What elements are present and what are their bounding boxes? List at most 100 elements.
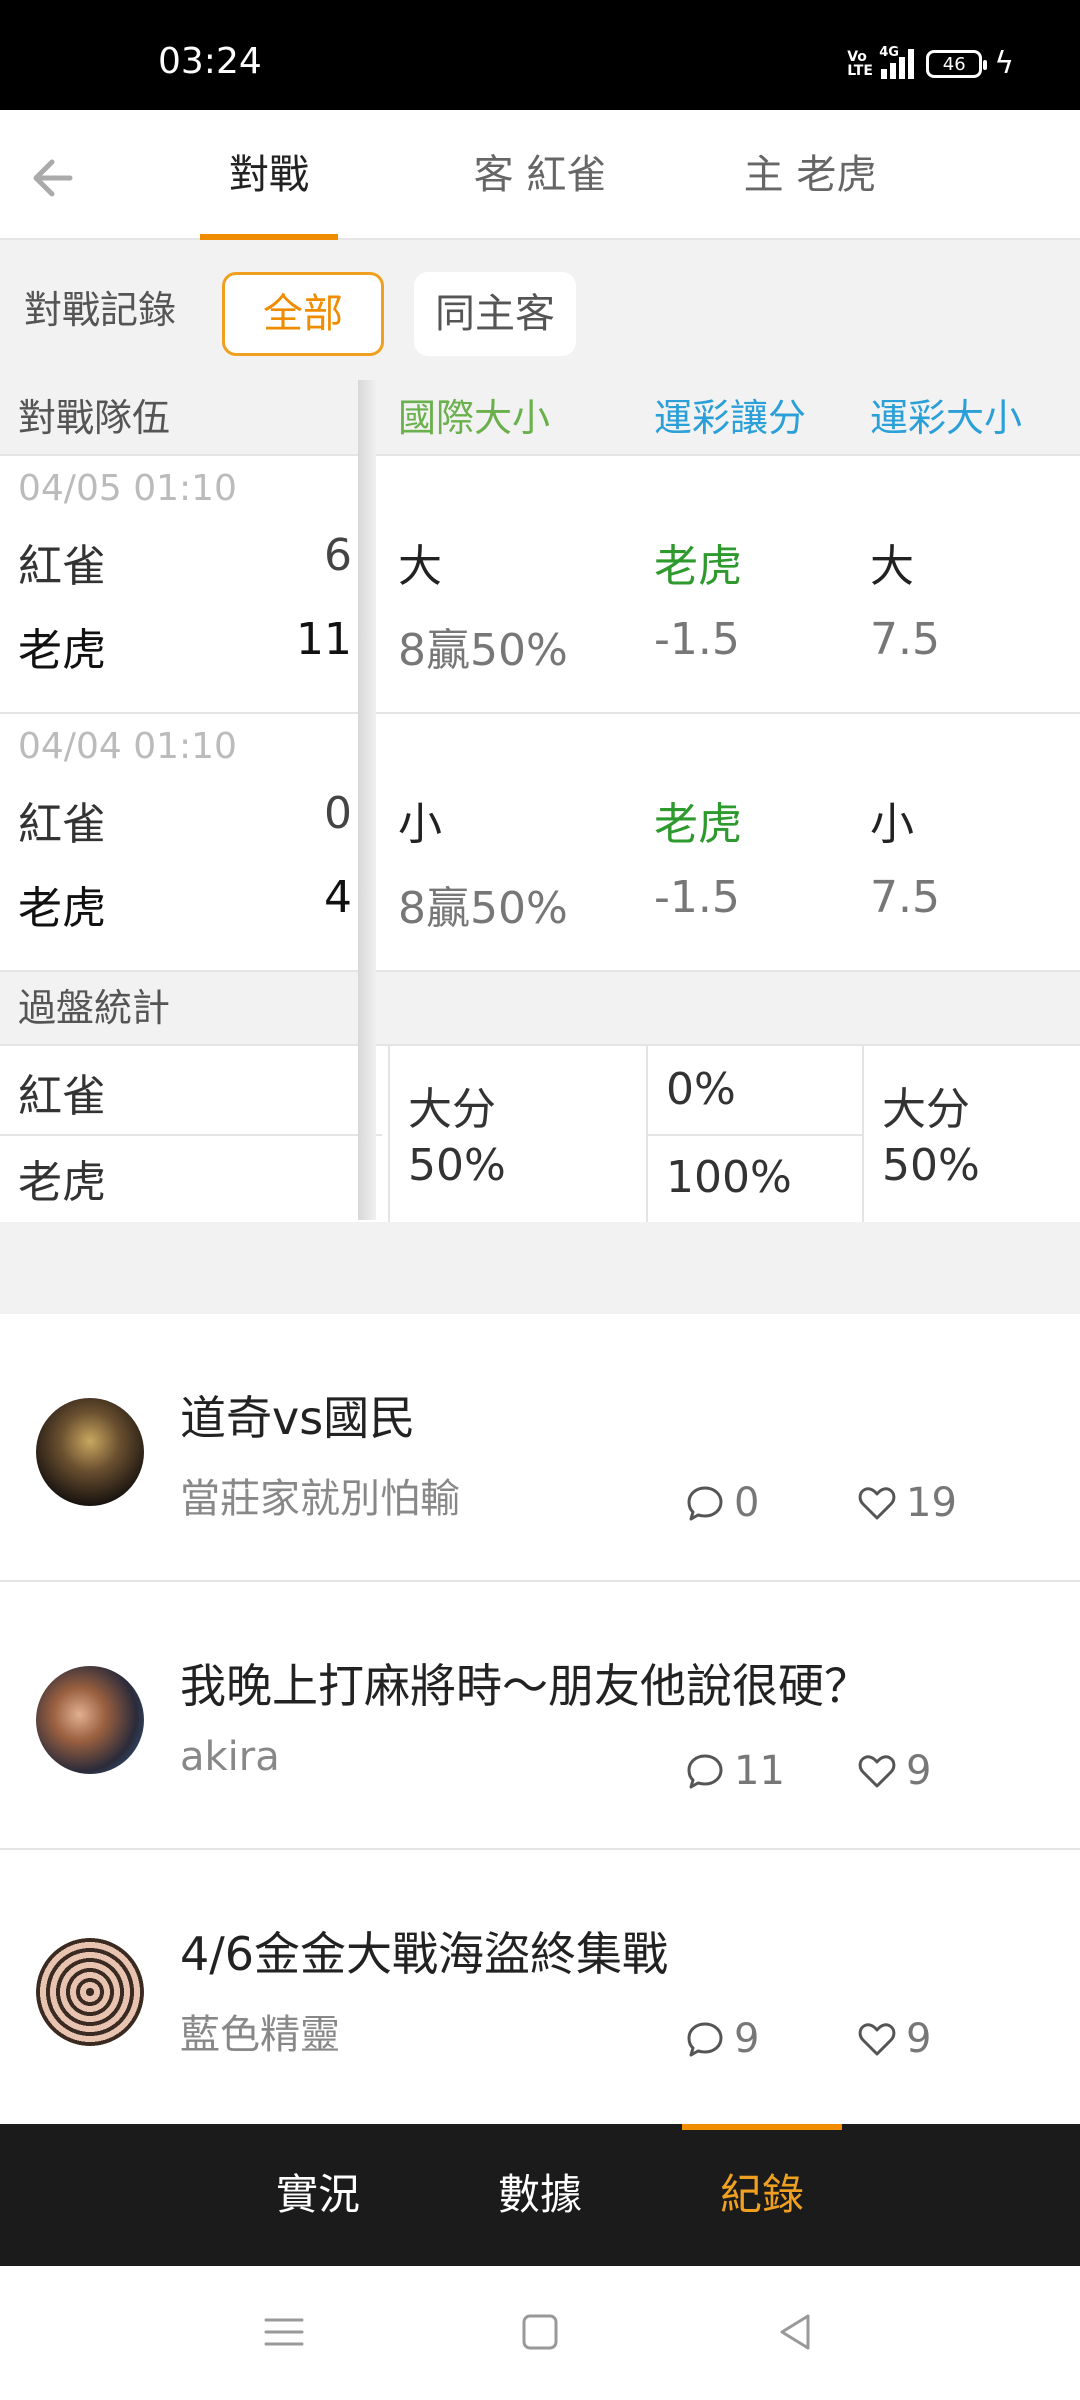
comment-count: 11	[684, 1748, 785, 1794]
post-author: akira	[180, 1734, 280, 1780]
like-count[interactable]: 19	[856, 1480, 957, 1526]
bottom-nav-live[interactable]: 實況	[238, 2124, 398, 2266]
stats-intl-rate: 50%	[408, 1140, 506, 1191]
stats-team-home: 老虎	[18, 1157, 106, 1208]
comment-count: 9	[684, 2016, 759, 2062]
heart-icon	[858, 1755, 896, 1788]
post-author: 藍色精靈	[180, 2012, 340, 2058]
avatar[interactable]	[36, 1666, 144, 1774]
back-button[interactable]	[22, 150, 78, 206]
post-author: 當莊家就別怕輸	[180, 1476, 460, 1522]
comment-icon	[687, 1486, 723, 1521]
menu-button[interactable]	[256, 2304, 312, 2360]
bottom-nav-data[interactable]: 數據	[460, 2124, 620, 2266]
filter-row: 對戰記錄 全部 同主客	[0, 240, 1080, 380]
away-score: 6	[324, 530, 352, 581]
intl-result: 大	[398, 541, 442, 592]
stats-body: 紅雀 老虎 大分 50% 0% 100% 大分 50%	[0, 1046, 1080, 1224]
match-date: 04/05 01:10	[18, 468, 237, 509]
stats-lottery-label: 大分	[882, 1084, 970, 1135]
divider	[648, 1134, 862, 1136]
comment-count-value: 0	[734, 1480, 760, 1526]
home-team: 老虎	[18, 625, 106, 676]
stats-intl-label: 大分	[408, 1084, 496, 1135]
like-count-value: 9	[906, 1748, 932, 1794]
system-nav-bar	[0, 2266, 1080, 2400]
stats-spread-home: 100%	[666, 1152, 792, 1203]
spread-value: -1.5	[654, 872, 740, 923]
menu-icon	[264, 2318, 304, 2346]
avatar[interactable]	[36, 1938, 144, 2046]
back-nav-button[interactable]	[768, 2304, 824, 2360]
like-count[interactable]: 9	[856, 2016, 931, 2062]
lottery-result: 小	[870, 799, 914, 850]
header-teams: 對戰隊伍	[18, 396, 171, 440]
away-score: 0	[324, 788, 352, 839]
comment-count-value: 11	[734, 1748, 785, 1794]
table-header: 對戰隊伍 國際大小 運彩讓分 運彩大小	[0, 380, 1080, 456]
home-score: 4	[324, 872, 352, 923]
post-title[interactable]: 道奇vs國民	[180, 1382, 415, 1448]
match-date: 04/04 01:10	[18, 726, 237, 767]
match-row[interactable]: 04/05 01:10 紅雀 6 老虎 11 大 8贏50% 老虎 -1.5 大…	[0, 456, 1080, 714]
tab-away-team[interactable]: 客 紅雀	[440, 110, 640, 240]
home-button[interactable]	[512, 2304, 568, 2360]
status-bar: 03:24 Vo LTE 4G 46 ϟ	[0, 0, 1080, 110]
spread-result: 老虎	[654, 541, 742, 592]
filter-label: 對戰記錄	[24, 288, 177, 332]
signal-icon: 4G	[879, 45, 915, 79]
stats-lottery-rate: 50%	[882, 1140, 980, 1191]
away-team: 紅雀	[18, 799, 106, 850]
tab-home-team[interactable]: 主 老虎	[710, 110, 910, 240]
battery-level: 46	[942, 53, 966, 75]
comment-icon	[687, 2022, 723, 2057]
back-arrow-icon	[33, 159, 73, 197]
intl-rate: 8贏50%	[398, 625, 568, 676]
home-score: 11	[296, 614, 352, 665]
like-count-value: 9	[906, 2016, 932, 2062]
avatar[interactable]	[36, 1398, 144, 1506]
comment-count: 0	[684, 1480, 759, 1526]
header-spread: 運彩讓分	[654, 396, 807, 440]
network-type: 4G	[879, 45, 899, 60]
match-row[interactable]: 04/04 01:10 紅雀 0 老虎 4 小 8贏50% 老虎 -1.5 小 …	[0, 714, 1080, 972]
stats-label: 過盤統計	[18, 986, 171, 1030]
list-item[interactable]: 4/6金金大戰海盜終集戰 藍色精靈 9 9	[0, 1850, 1080, 2124]
stats-spread-away: 0%	[666, 1064, 736, 1115]
status-time: 03:24	[158, 41, 262, 82]
spread-result: 老虎	[654, 799, 742, 850]
filter-all-chip[interactable]: 全部	[222, 272, 384, 356]
intl-rate: 8贏50%	[398, 883, 568, 934]
like-count[interactable]: 9	[856, 1748, 931, 1794]
divider	[0, 1134, 382, 1136]
top-nav: 對戰 客 紅雀 主 老虎	[0, 110, 1080, 240]
post-title[interactable]: 我晚上打麻將時～朋友他說很硬？	[180, 1650, 870, 1716]
triangle-back-icon	[780, 2314, 810, 2350]
divider	[388, 1046, 390, 1224]
intl-result: 小	[398, 799, 442, 850]
home-team: 老虎	[18, 883, 106, 934]
status-icons: Vo LTE 4G 46 ϟ	[847, 44, 1014, 84]
square-icon	[522, 2314, 558, 2350]
stats-header: 過盤統計	[0, 972, 1080, 1046]
comment-count-value: 9	[734, 2016, 760, 2062]
lottery-result: 大	[870, 541, 914, 592]
heart-icon	[858, 1487, 896, 1520]
list-item[interactable]: 道奇vs國民 當莊家就別怕輸 0 19	[0, 1314, 1080, 1582]
frozen-column-shadow	[358, 380, 376, 1220]
header-intl-total: 國際大小	[398, 396, 551, 440]
filter-same-home-chip[interactable]: 同主客	[414, 272, 576, 356]
section-spacer	[0, 1222, 1080, 1314]
volte-indicator: Vo LTE	[847, 49, 873, 79]
bottom-nav-records[interactable]: 紀錄	[682, 2124, 842, 2266]
post-title[interactable]: 4/6金金大戰海盜終集戰	[180, 1918, 668, 1984]
lottery-value: 7.5	[870, 872, 940, 923]
stats-team-away: 紅雀	[18, 1071, 106, 1122]
charging-icon: ϟ	[994, 46, 1014, 81]
battery-icon: 46	[926, 50, 988, 78]
heart-icon	[858, 2023, 896, 2056]
bottom-nav: 實況 數據 紀錄	[0, 2124, 1080, 2266]
header-lottery-total: 運彩大小	[870, 396, 1023, 440]
list-item[interactable]: 我晚上打麻將時～朋友他說很硬？ akira 11 9	[0, 1582, 1080, 1850]
tab-matchup[interactable]: 對戰	[200, 110, 338, 240]
